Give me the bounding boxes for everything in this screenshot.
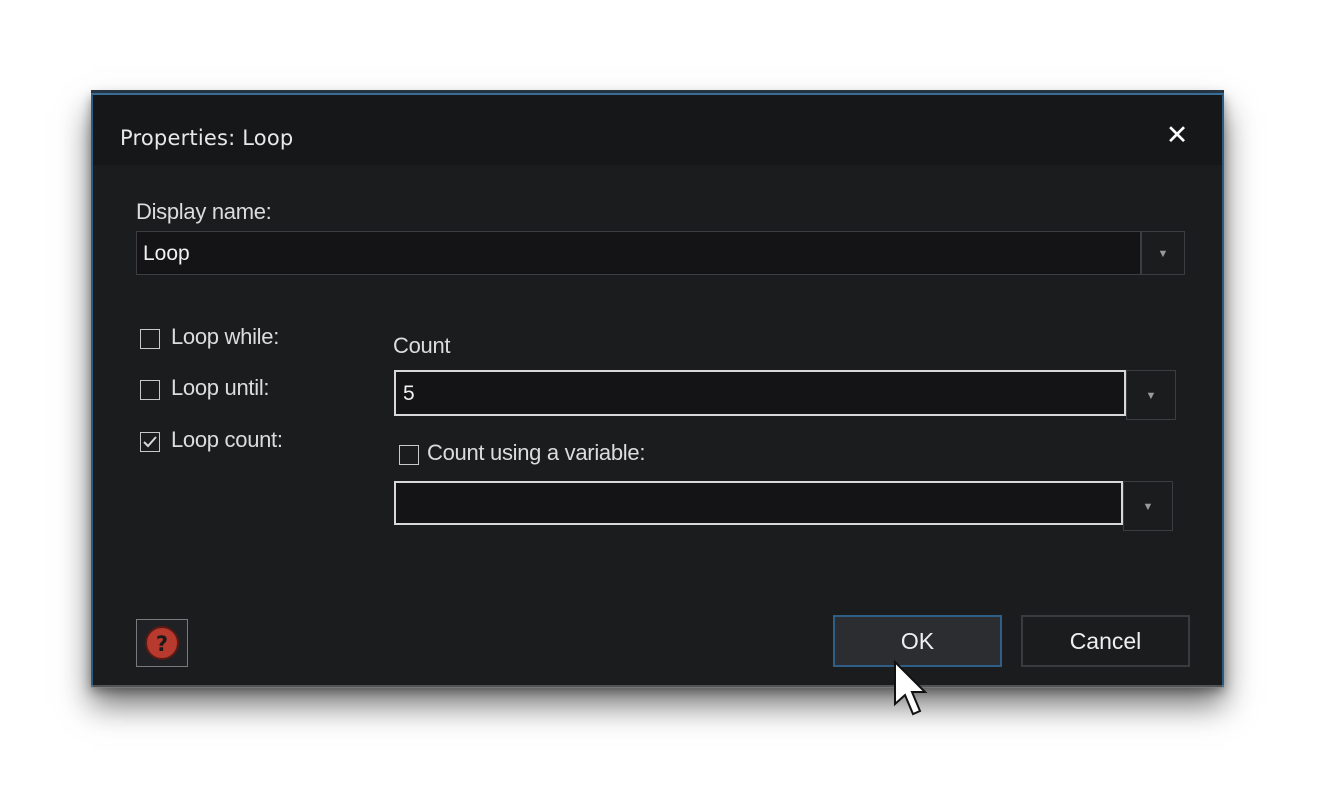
loop-until-checkbox[interactable]: [140, 380, 160, 400]
loop-count-label[interactable]: Loop count:: [171, 427, 283, 453]
count-using-variable-checkbox[interactable]: [399, 445, 419, 465]
display-name-input[interactable]: Loop: [136, 231, 1141, 275]
count-variable-input[interactable]: [394, 481, 1123, 525]
count-value: 5: [403, 382, 415, 405]
loop-count-checkbox[interactable]: [140, 432, 160, 452]
loop-while-checkbox[interactable]: [140, 329, 160, 349]
checkmark-icon: [143, 436, 157, 448]
properties-dialog: Properties: Loop ✕ Display name: Loop ▼ …: [91, 93, 1224, 687]
display-name-label: Display name:: [136, 199, 272, 224]
dialog-titlebar[interactable]: Properties: Loop ✕: [93, 95, 1222, 165]
window-bottom-edge: [91, 685, 1224, 688]
count-label: Count: [393, 333, 451, 358]
cancel-button[interactable]: Cancel: [1021, 615, 1190, 667]
mouse-cursor-icon: [894, 660, 928, 716]
screenshot-stage: Properties: Loop ✕ Display name: Loop ▼ …: [0, 0, 1323, 799]
help-icon: ?: [145, 626, 179, 660]
loop-while-label[interactable]: Loop while:: [171, 324, 279, 350]
count-input[interactable]: 5: [394, 370, 1126, 416]
display-name-value: Loop: [143, 242, 190, 265]
dialog-title: Properties: Loop: [120, 126, 294, 150]
count-variable-dropdown-button[interactable]: ▼: [1123, 481, 1173, 531]
close-icon[interactable]: ✕: [1163, 122, 1191, 150]
chevron-down-icon: ▼: [1142, 501, 1154, 513]
svg-text:?: ?: [156, 632, 168, 656]
chevron-down-icon: ▼: [1145, 390, 1157, 402]
display-name-dropdown-button[interactable]: ▼: [1141, 231, 1185, 275]
chevron-down-icon: ▼: [1157, 248, 1169, 260]
loop-until-label[interactable]: Loop until:: [171, 375, 270, 401]
help-button[interactable]: ?: [136, 619, 188, 667]
count-dropdown-button[interactable]: ▼: [1126, 370, 1176, 420]
count-using-variable-label[interactable]: Count using a variable:: [427, 440, 645, 466]
